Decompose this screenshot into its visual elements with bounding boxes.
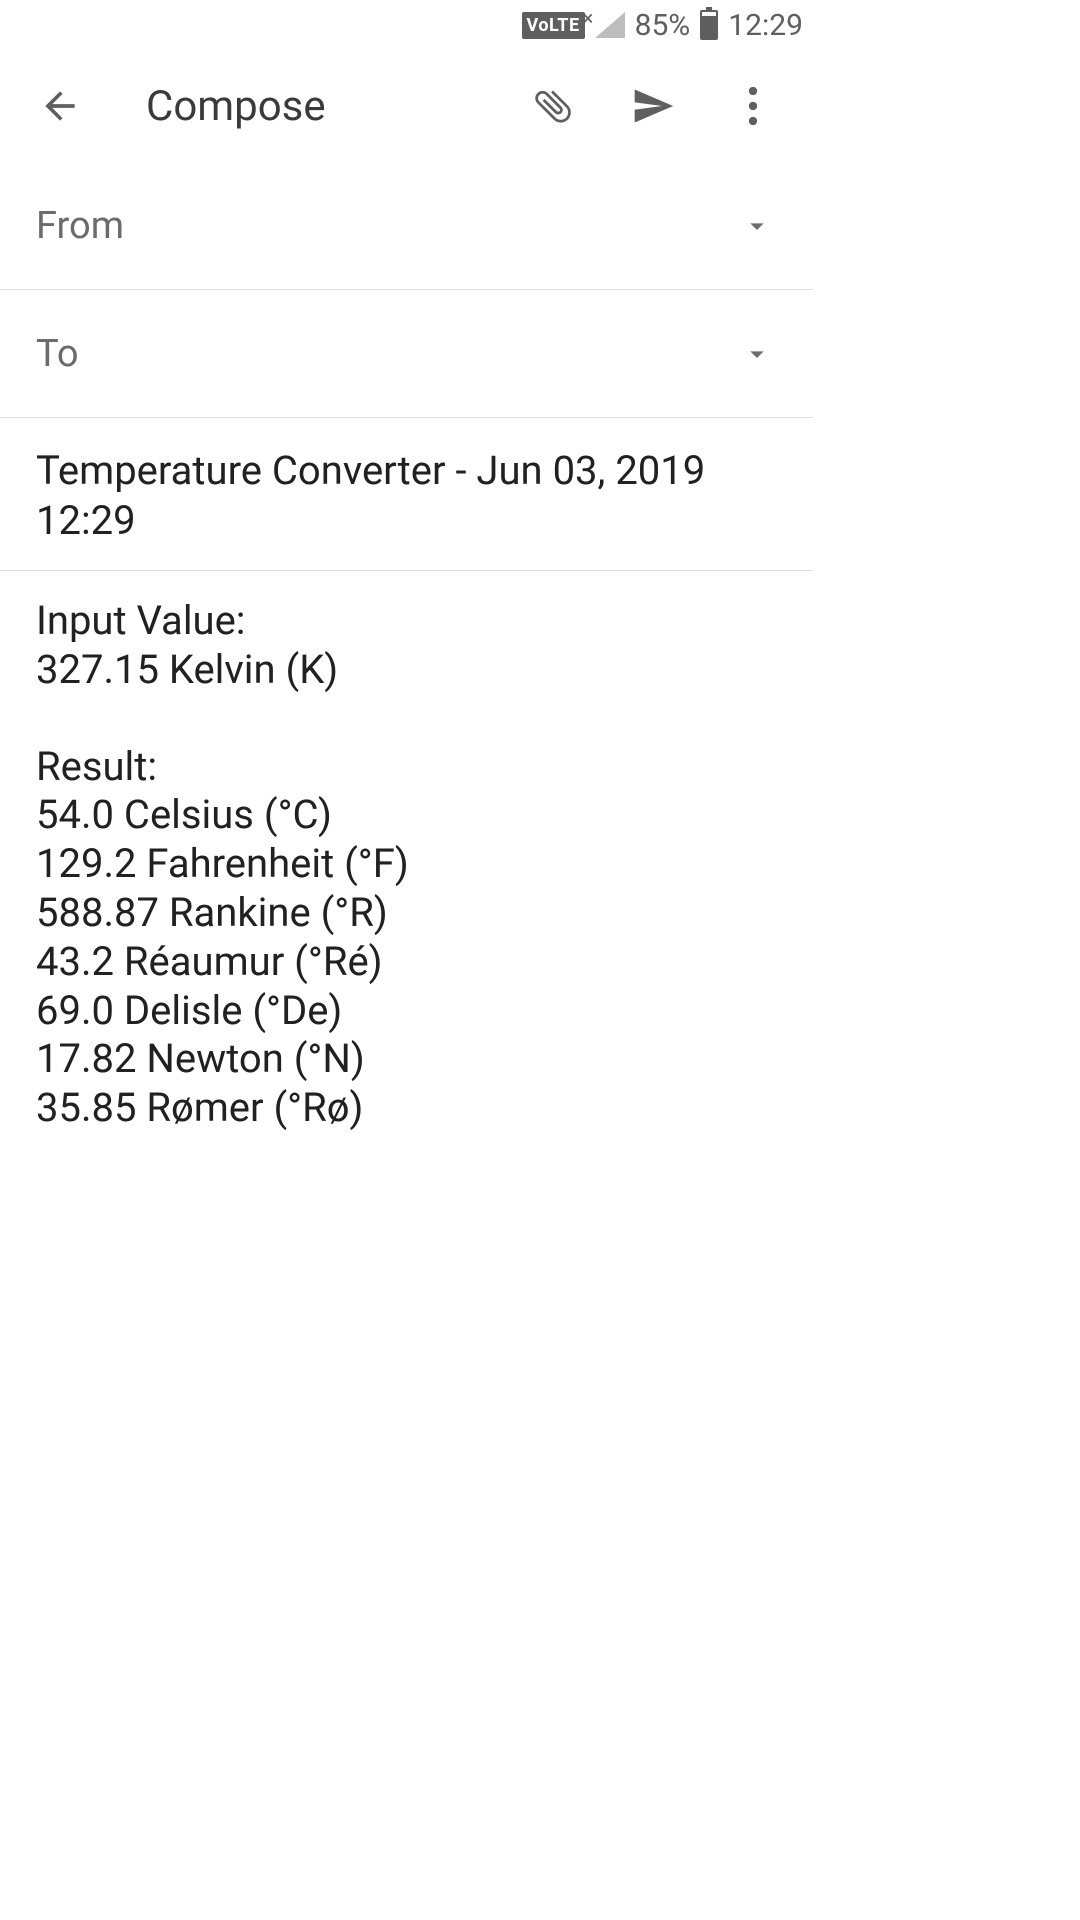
attach-button[interactable] <box>529 82 577 130</box>
body-result-line: 54.0 Celsius (°C) <box>36 791 777 840</box>
body-result-line: 69.0 Delisle (°De) <box>36 987 777 1036</box>
body-input-value: 327.15 Kelvin (K) <box>36 646 777 695</box>
from-label: From <box>36 204 737 248</box>
to-field[interactable]: To <box>0 290 813 418</box>
send-icon <box>631 84 675 128</box>
body-result-line: 588.87 Rankine (°R) <box>36 889 777 938</box>
status-time: 12:29 <box>728 8 803 43</box>
email-body[interactable]: Input Value: 327.15 Kelvin (K) Result: 5… <box>0 571 813 1159</box>
body-result-line: 129.2 Fahrenheit (°F) <box>36 840 777 889</box>
body-result-label: Result: <box>36 743 777 792</box>
from-expand[interactable] <box>737 206 777 246</box>
battery-percent: 85% <box>635 8 691 43</box>
body-spacer <box>36 695 777 743</box>
subject-text: Temperature Converter - Jun 03, 2019 12:… <box>36 446 777 546</box>
app-bar: Compose <box>0 50 813 162</box>
status-bar: VoLTE × 85% 12:29 <box>0 0 813 50</box>
send-button[interactable] <box>629 82 677 130</box>
volte-badge: VoLTE <box>522 12 585 39</box>
body-result-line: 35.85 Rømer (°Rø) <box>36 1084 777 1133</box>
chevron-down-icon <box>741 338 773 370</box>
signal-icon: × <box>595 12 625 38</box>
body-result-line: 43.2 Réaumur (°Ré) <box>36 938 777 987</box>
more-vert-icon <box>748 86 758 126</box>
from-field[interactable]: From <box>0 162 813 290</box>
subject-field[interactable]: Temperature Converter - Jun 03, 2019 12:… <box>0 418 813 571</box>
body-input-label: Input Value: <box>36 597 777 646</box>
more-button[interactable] <box>729 82 777 130</box>
chevron-down-icon <box>741 210 773 242</box>
toolbar-actions <box>529 82 777 130</box>
arrow-left-icon <box>38 84 82 128</box>
paperclip-icon <box>531 84 575 128</box>
body-result-line: 17.82 Newton (°N) <box>36 1035 777 1084</box>
page-title: Compose <box>146 82 509 131</box>
battery-icon <box>700 10 718 40</box>
to-expand[interactable] <box>737 334 777 374</box>
back-button[interactable] <box>36 82 84 130</box>
to-label: To <box>36 332 737 376</box>
